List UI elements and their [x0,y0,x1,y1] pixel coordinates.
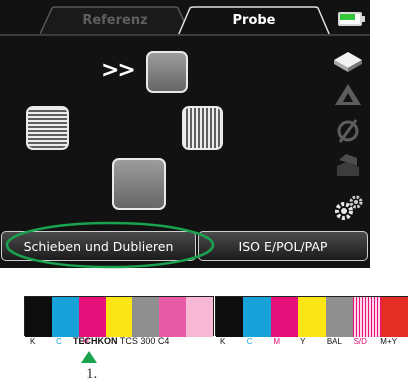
strip-label: C [56,337,62,346]
tab-referenz-label: Referenz [82,12,148,28]
device-screen: Referenz Probe >> Schieben und Dublieren… [0,0,370,268]
gears-icon[interactable] [330,194,366,224]
cube-icon[interactable] [330,46,366,76]
color-patch [132,297,160,337]
iso-standard-button[interactable]: ISO E/POL/PAP [198,231,368,261]
shape-tile-gray[interactable] [112,158,166,210]
strip-label: S/D [353,337,367,346]
marker-triangle-icon [81,351,97,363]
shape-tile-selected[interactable] [146,51,188,93]
color-patch [353,297,381,337]
push-duplicate-label: Schieben und Dublieren [23,238,174,254]
tab-referenz[interactable]: Referenz [40,6,190,34]
tab-divider [0,34,370,36]
marker-number: 1. [86,366,98,382]
color-patch [243,297,271,337]
strip-label: M [273,337,281,346]
strip-label: K [220,337,226,346]
brand-name: TECHKON [73,336,118,346]
color-patch [380,297,408,337]
color-patch [298,297,326,337]
move-indicator: >> [101,58,136,83]
color-patch [325,297,354,337]
color-control-strip-left [24,296,214,337]
push-duplicate-button[interactable]: Schieben und Dublieren [1,231,196,261]
color-patch [105,297,133,337]
circle-slash-icon[interactable] [330,116,366,146]
strip-label: M+Y [380,337,397,346]
triangle-icon[interactable] [330,80,366,110]
iso-standard-label: ISO E/POL/PAP [238,238,328,254]
brand-model: TCS 300 C4 [119,336,170,346]
color-patch [25,297,52,337]
strip-label: BAL [326,337,342,346]
shape-tile-vertical-lines[interactable] [182,106,223,150]
color-patch [270,297,299,337]
color-patch [216,297,244,337]
strip-label: Y [300,337,306,346]
color-patch [159,297,187,337]
tab-probe[interactable]: Probe [178,6,330,36]
color-patch [51,297,79,337]
tab-probe-label: Probe [232,12,276,28]
brand-label: TECHKON TCS 300 C4 [73,337,169,346]
battery-icon [338,12,366,26]
shape-tile-horizontal-lines[interactable] [26,106,69,150]
color-patch [78,297,106,337]
color-control-strip-right [215,296,408,337]
color-patch [186,297,213,337]
strip-label: C [246,337,253,346]
stacked-shapes-icon[interactable] [330,150,366,180]
strip-label: K [30,337,36,346]
